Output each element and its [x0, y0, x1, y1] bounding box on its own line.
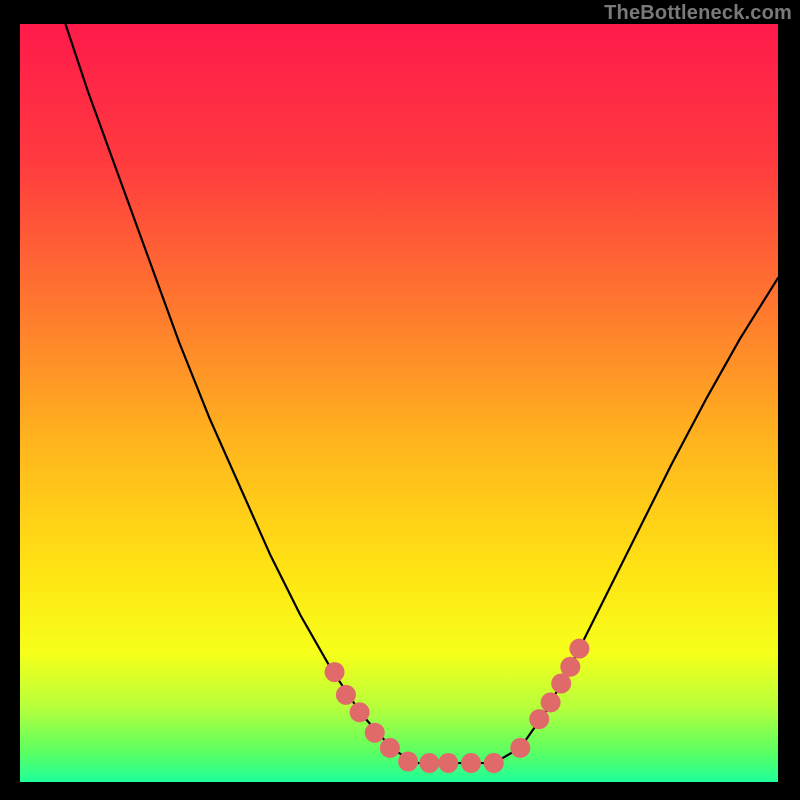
chart-marker [350, 702, 370, 722]
chart-marker [365, 723, 385, 743]
chart-svg [20, 24, 778, 782]
chart-marker [398, 752, 418, 772]
chart-marker [484, 753, 504, 773]
chart-marker [541, 692, 561, 712]
chart-background [20, 24, 778, 782]
chart-marker [529, 709, 549, 729]
chart-marker [560, 657, 580, 677]
chart-marker [419, 753, 439, 773]
app-frame: TheBottleneck.com [0, 0, 800, 800]
chart-marker [380, 738, 400, 758]
chart-marker [569, 639, 589, 659]
chart-marker [461, 753, 481, 773]
chart-marker [325, 662, 345, 682]
chart-marker [336, 685, 356, 705]
chart-marker [438, 753, 458, 773]
watermark-label: TheBottleneck.com [604, 2, 792, 25]
chart-plot-area [20, 24, 778, 782]
chart-marker [510, 738, 530, 758]
